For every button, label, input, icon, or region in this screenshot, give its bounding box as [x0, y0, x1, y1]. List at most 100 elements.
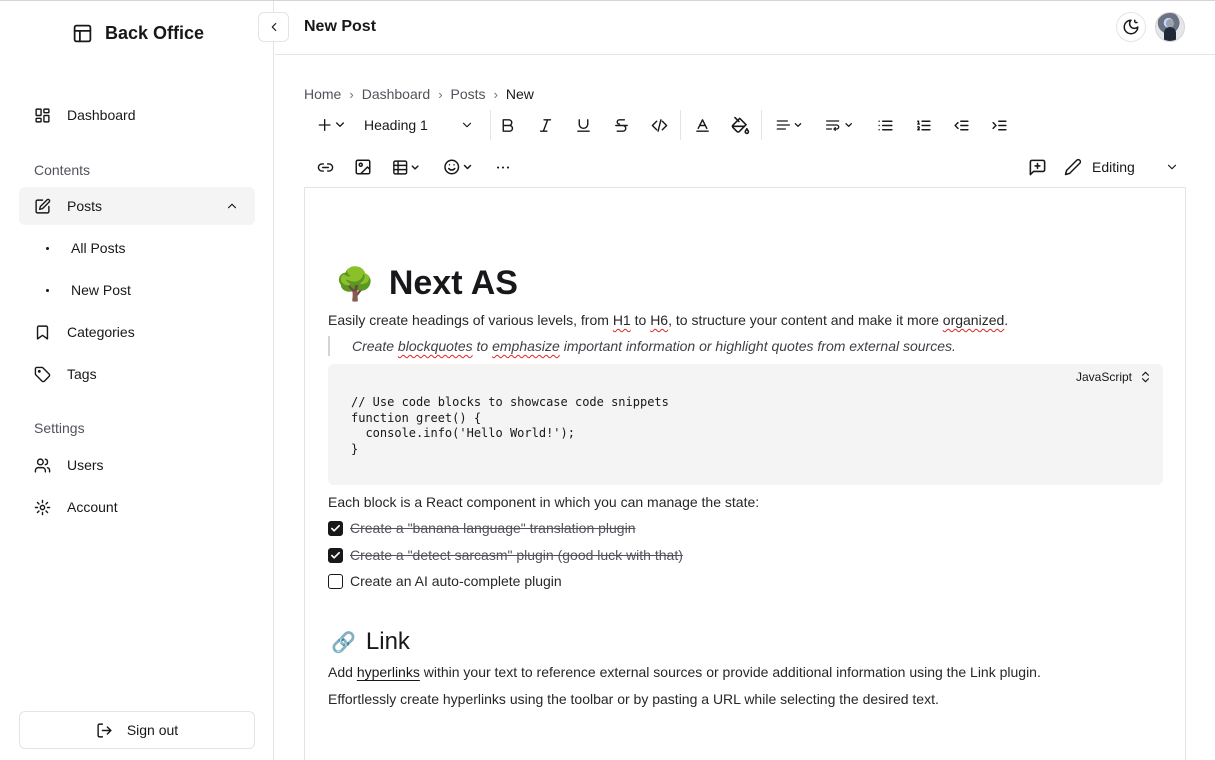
breadcrumb: Home › Dashboard › Posts › New — [304, 86, 534, 102]
avatar-body — [1164, 27, 1176, 41]
log-out-icon — [96, 722, 113, 739]
heading-select[interactable]: Heading 1 — [358, 110, 480, 140]
sign-out-button[interactable]: Sign out — [19, 711, 255, 749]
sidebar-subitem-label: All Posts — [71, 240, 126, 256]
line-wrap-icon[interactable] — [820, 110, 860, 140]
add-comment-icon[interactable] — [1026, 152, 1048, 182]
sign-out-label: Sign out — [126, 722, 179, 738]
code-language-select[interactable]: JavaScript — [1076, 370, 1151, 384]
bullet-dot — [46, 246, 49, 250]
chevron-up-icon[interactable] — [225, 199, 239, 213]
table-icon[interactable] — [390, 152, 426, 182]
tag-icon — [34, 366, 51, 383]
chevrons-up-down-icon — [1140, 370, 1151, 384]
top-header: New Post — [258, 1, 1215, 55]
todo-text: Create a "banana language" translation p… — [350, 520, 636, 536]
align-left-icon[interactable] — [772, 110, 808, 140]
link-paragraph-2[interactable]: Effortlessly create hyperlinks using the… — [328, 691, 939, 707]
checkbox[interactable] — [328, 520, 343, 536]
text-run: important information or highlight quote… — [559, 338, 956, 354]
link-paragraph[interactable]: Add hyperlinks within your text to refer… — [328, 664, 1041, 680]
highlight-color-icon[interactable] — [729, 110, 751, 140]
editing-mode-select[interactable]: Editing — [1064, 152, 1179, 182]
sidebar-item-dashboard[interactable]: Dashboard — [19, 96, 255, 134]
brand[interactable]: Back Office — [72, 23, 204, 44]
outdent-icon[interactable] — [950, 110, 972, 140]
code-language-label: JavaScript — [1075, 370, 1132, 384]
breadcrumb-home[interactable]: Home — [304, 86, 341, 102]
strikethrough-icon[interactable] — [610, 110, 632, 140]
avatar[interactable] — [1155, 12, 1185, 42]
code-block[interactable]: JavaScript // Use code blocks to showcas… — [328, 364, 1163, 485]
collapse-sidebar-button[interactable] — [258, 12, 289, 42]
sidebar: Back Office Dashboard Contents Posts All… — [0, 1, 274, 760]
section-label-contents: Contents — [34, 162, 91, 178]
link-emoji: 🔗 — [331, 631, 356, 654]
text-run: to — [472, 338, 493, 354]
breadcrumb-separator-icon: › — [349, 86, 354, 102]
indent-icon[interactable] — [988, 110, 1010, 140]
theme-toggle-button[interactable] — [1116, 12, 1146, 42]
sidebar-item-tags[interactable]: Tags — [19, 355, 255, 393]
numbered-list-icon[interactable] — [912, 110, 934, 140]
sidebar-item-label: Users — [67, 457, 104, 473]
sidebar-item-label: Dashboard — [67, 107, 136, 123]
image-icon[interactable] — [352, 152, 374, 182]
edit-icon — [34, 198, 51, 215]
text-run: organized — [942, 312, 1005, 328]
breadcrumb-separator-icon: › — [493, 86, 498, 102]
todo-text: Create an AI auto-complete plugin — [350, 573, 562, 589]
text-run: H1 — [612, 312, 631, 328]
italic-icon[interactable] — [534, 110, 556, 140]
text-run: emphasize — [492, 338, 560, 354]
sidebar-item-account[interactable]: Account — [19, 488, 255, 526]
state-paragraph[interactable]: Each block is a React component in which… — [328, 494, 759, 510]
text-run: blockquotes — [397, 338, 473, 354]
intro-paragraph[interactable]: Easily create headings of various levels… — [328, 312, 1008, 328]
bookmark-icon — [34, 324, 51, 341]
hyperlink[interactable]: hyperlinks — [357, 664, 420, 680]
breadcrumb-separator-icon: › — [438, 86, 443, 102]
sidebar-item-posts[interactable]: Posts — [19, 187, 255, 225]
text-color-icon[interactable] — [691, 110, 713, 140]
sidebar-subitem-all-posts[interactable]: All Posts — [46, 240, 125, 256]
bullet-list-icon[interactable] — [874, 110, 896, 140]
sidebar-item-label: Account — [67, 499, 118, 515]
todo-item[interactable]: Create an AI auto-complete plugin — [328, 573, 562, 589]
sidebar-subitem-new-post[interactable]: New Post — [46, 282, 131, 298]
heading-select-value: Heading 1 — [364, 117, 428, 133]
sidebar-item-users[interactable]: Users — [19, 446, 255, 484]
page-title: New Post — [304, 18, 377, 35]
editor-content[interactable]: 🌳 Next AS Easily create headings of vari… — [304, 188, 1186, 760]
text-run: within your text to reference external s… — [419, 664, 1041, 680]
sidebar-item-categories[interactable]: Categories — [19, 313, 255, 351]
section-label-settings: Settings — [34, 420, 85, 436]
pencil-icon — [1064, 158, 1082, 176]
bold-icon[interactable] — [496, 110, 518, 140]
text-run: Create — [352, 338, 398, 354]
moon-icon — [1122, 18, 1140, 36]
chevron-down-icon — [460, 118, 474, 132]
checkbox[interactable] — [328, 573, 343, 589]
checkbox[interactable] — [328, 547, 343, 563]
heading-1[interactable]: 🌳 Next AS — [335, 264, 518, 303]
toolbar-divider — [761, 110, 762, 140]
gear-icon — [34, 499, 51, 516]
emoji-icon[interactable] — [442, 152, 478, 182]
todo-item[interactable]: Create a "banana language" translation p… — [328, 520, 635, 536]
breadcrumb-dashboard[interactable]: Dashboard — [362, 86, 431, 102]
todo-item[interactable]: Create a "detect sarcasm" plugin (good l… — [328, 547, 683, 563]
tree-emoji: 🌳 — [335, 265, 375, 302]
text-run: . — [1004, 312, 1009, 328]
more-icon[interactable] — [492, 152, 514, 182]
insert-block-button[interactable] — [314, 110, 350, 140]
underline-icon[interactable] — [572, 110, 594, 140]
link-icon[interactable] — [314, 152, 336, 182]
sidebar-item-label: Posts — [67, 198, 103, 214]
toolbar-divider — [680, 110, 681, 140]
breadcrumb-posts[interactable]: Posts — [451, 86, 486, 102]
blockquote[interactable]: Create blockquotes to emphasize importan… — [328, 336, 956, 356]
code-icon[interactable] — [648, 110, 670, 140]
heading-2[interactable]: 🔗 Link — [331, 628, 410, 656]
editing-mode-label: Editing — [1092, 159, 1135, 175]
